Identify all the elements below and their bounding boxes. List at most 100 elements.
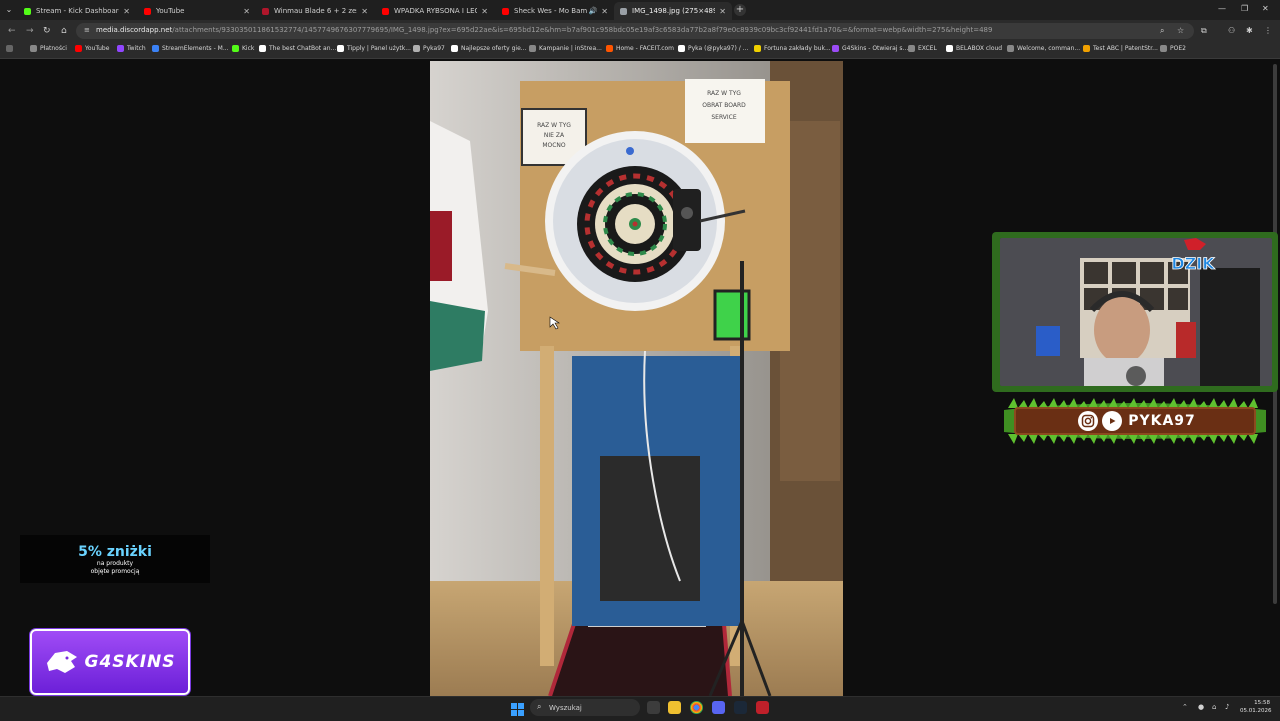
clock-time: 15:58: [1254, 700, 1270, 706]
dartboard-photo-illustration: RAZ W TYG NIE ZA MOCNO RAZ W TYG OBRAT B…: [430, 61, 843, 696]
bookmark-star-icon[interactable]: ☆: [1177, 26, 1184, 35]
bookmark-favicon-icon: [232, 45, 239, 52]
close-tab-icon[interactable]: ✕: [361, 7, 368, 16]
new-tab-button[interactable]: +: [734, 4, 746, 16]
bookmark-item[interactable]: StreamElements - M...: [152, 45, 229, 52]
bookmark-item[interactable]: Test ABC | PatentStr...: [1083, 45, 1158, 52]
bookmark-label: Najlepsze oferty gie...: [461, 45, 527, 52]
home-icon[interactable]: ⌂: [61, 26, 67, 36]
bookmark-label: G4Skins - Otwieraj s...: [842, 45, 909, 52]
menu-kebab-icon[interactable]: ⋮: [1264, 26, 1272, 35]
bookmark-item[interactable]: The best ChatBot an...: [259, 45, 336, 52]
taskbar-search[interactable]: [530, 699, 640, 716]
instagram-icon: [1078, 411, 1099, 431]
tab-title: Stream - Kick Dashboard: [36, 7, 120, 15]
network-icon[interactable]: ⌂: [1212, 703, 1216, 711]
search-icon: ⌕: [537, 702, 542, 711]
bookmark-label: BELABOX cloud: [956, 45, 1003, 52]
dartboard-photo: RAZ W TYG NIE ZA MOCNO RAZ W TYG OBRAT B…: [430, 61, 843, 696]
audio-playing-icon[interactable]: 🔊: [589, 7, 598, 15]
bookmark-favicon-icon: [259, 45, 266, 52]
dzik-logo: DZIK: [1166, 238, 1220, 274]
apps-grid-icon[interactable]: [6, 45, 16, 52]
bookmark-label: Fortuna zakłady buk...: [764, 45, 831, 52]
windows-taskbar: [0, 696, 1280, 721]
bookmark-label: YouTube: [85, 45, 110, 52]
tab-mo-bamba[interactable]: Sheck Wes - Mo Bamba - Y 🔊 ✕: [496, 2, 614, 20]
bookmark-favicon-icon: [529, 45, 536, 52]
bookmark-favicon-icon: [678, 45, 685, 52]
zoom-icon[interactable]: ⌕: [1160, 26, 1164, 36]
bookmark-item[interactable]: Najlepsze oferty gie...: [451, 45, 527, 52]
forward-icon[interactable]: →: [26, 26, 34, 36]
file-explorer-icon[interactable]: [668, 701, 681, 714]
bookmark-item[interactable]: EXCEL: [908, 45, 937, 52]
profile-icon[interactable]: ⚇: [1228, 26, 1235, 35]
restore-icon[interactable]: ❐: [1241, 4, 1248, 13]
social-handle-banner: PYKA97: [1014, 407, 1256, 435]
back-icon[interactable]: ←: [8, 26, 16, 36]
chrome-icon[interactable]: [690, 701, 703, 714]
tab-title: Sheck Wes - Mo Bamba - Y: [514, 7, 587, 15]
close-tab-icon[interactable]: ✕: [243, 7, 250, 16]
sponsor-name: G4SKINS: [84, 652, 176, 672]
bookmark-item[interactable]: POE2: [1160, 45, 1186, 52]
tab-kick-dashboard[interactable]: Stream - Kick Dashboard ✕: [18, 2, 136, 20]
tab-title: YouTube: [156, 7, 185, 15]
promo-headline: 5% zniżki: [78, 544, 152, 560]
tab-title: Winmau Blade 6 + 2 zestawy lo: [274, 7, 357, 15]
url-text[interactable]: media.discordapp.net/attachments/9330350…: [96, 26, 1156, 34]
tray-overflow-icon[interactable]: ⌃: [1182, 703, 1188, 711]
bookmark-item[interactable]: Fortuna zakłady buk...: [754, 45, 831, 52]
bookmark-item[interactable]: YouTube: [75, 45, 109, 52]
bookmark-item[interactable]: Pyka (@pyka97) / ...: [678, 45, 748, 52]
bookmark-item[interactable]: Welcome, comman...: [1007, 45, 1080, 52]
reload-icon[interactable]: ↻: [43, 26, 51, 36]
lion-logo-icon: [46, 651, 77, 673]
bookmark-item[interactable]: Twitch: [117, 45, 146, 52]
close-tab-icon[interactable]: ✕: [601, 7, 608, 16]
tab-title: WPADKA RYBSONA I LEQUIT M: [394, 7, 477, 15]
tab-youtube[interactable]: YouTube ✕: [138, 2, 256, 20]
close-tab-icon[interactable]: ✕: [123, 7, 130, 16]
bookmark-favicon-icon: [832, 45, 839, 52]
steam-icon[interactable]: [734, 701, 747, 714]
volume-icon[interactable]: ♪: [1225, 703, 1229, 711]
bookmark-item[interactable]: Tipply | Panel użytk...: [337, 45, 411, 52]
close-tab-icon[interactable]: ✕: [719, 7, 726, 16]
bookmark-favicon-icon: [413, 45, 420, 52]
bookmark-favicon-icon: [1007, 45, 1014, 52]
tab-search-chevron-icon[interactable]: ⌄: [4, 5, 14, 15]
bookmark-item[interactable]: Home - FACEIT.com: [606, 45, 674, 52]
minimize-icon[interactable]: —: [1218, 4, 1226, 13]
bookmark-label: Welcome, comman...: [1017, 45, 1081, 52]
bookmark-label: Pyka (@pyka97) / ...: [688, 45, 749, 52]
app-icon[interactable]: [756, 701, 769, 714]
close-window-icon[interactable]: ✕: [1262, 4, 1269, 13]
bookmark-item[interactable]: Kick: [232, 45, 254, 52]
bookmark-item[interactable]: G4Skins - Otwieraj s...: [832, 45, 908, 52]
tab-wpadka-rybsona[interactable]: WPADKA RYBSONA I LEQUIT M ✕: [376, 2, 494, 20]
bookmark-item[interactable]: BELABOX cloud: [946, 45, 1002, 52]
task-view-icon[interactable]: [647, 701, 660, 714]
extension-puzzle-icon[interactable]: ✱: [1246, 26, 1253, 35]
taskbar-clock[interactable]: 15:58 05.01.2026: [1240, 699, 1272, 715]
bookmark-item[interactable]: Kampanie | inStrea...: [529, 45, 602, 52]
clock-date: 05.01.2026: [1240, 708, 1272, 714]
bookmark-favicon-icon: [451, 45, 458, 52]
extensions-icon[interactable]: ⧉: [1201, 26, 1207, 36]
tab-img-1498[interactable]: IMG_1498.jpg (275×489) ✕: [614, 2, 732, 20]
g4skins-sponsor-banner: G4SKINS: [30, 629, 190, 695]
svg-text:SERVICE: SERVICE: [711, 114, 737, 121]
mic-icon[interactable]: ●: [1198, 703, 1204, 711]
bookmark-item[interactable]: Pyka97: [413, 45, 445, 52]
discord-icon[interactable]: [712, 701, 725, 714]
bookmark-favicon-icon: [946, 45, 953, 52]
site-info-icon[interactable]: ≡: [84, 27, 91, 34]
promo-line2: objęte promocją: [90, 568, 140, 575]
windows-start-icon[interactable]: [511, 701, 524, 716]
close-tab-icon[interactable]: ✕: [481, 7, 488, 16]
tab-winmau-blade[interactable]: Winmau Blade 6 + 2 zestawy lo ✕: [256, 2, 374, 20]
bookmark-item[interactable]: Płatności: [30, 45, 67, 52]
svg-text:NIE ZA: NIE ZA: [544, 132, 565, 139]
